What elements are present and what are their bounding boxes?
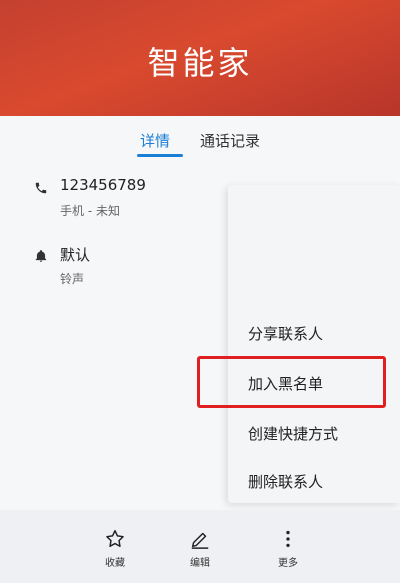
menu-item-delete-contact[interactable]: 删除联系人 xyxy=(248,471,323,492)
tab-call-log[interactable]: 通话记录 xyxy=(200,130,260,151)
pencil-icon xyxy=(170,528,230,550)
more-vertical-icon xyxy=(258,528,318,550)
phone-icon xyxy=(34,180,50,196)
active-tab-indicator xyxy=(137,154,183,157)
edit-label: 编辑 xyxy=(190,558,210,569)
tab-details[interactable]: 详情 xyxy=(140,130,170,151)
phone-number: 123456789 xyxy=(60,176,146,194)
ringtone-value: 默认 xyxy=(60,246,91,264)
menu-item-create-shortcut[interactable]: 创建快捷方式 xyxy=(248,423,338,444)
edit-button[interactable]: 编辑 xyxy=(170,528,230,569)
ringtone-label: 铃声 xyxy=(60,272,85,286)
star-icon xyxy=(85,528,145,550)
favorite-label: 收藏 xyxy=(105,558,125,569)
highlight-annotation xyxy=(197,356,386,408)
contact-name: 智能家 xyxy=(147,44,253,82)
bell-icon xyxy=(34,248,50,264)
more-button[interactable]: 更多 xyxy=(258,528,318,569)
more-label: 更多 xyxy=(278,558,298,569)
overflow-menu: 分享联系人 加入黑名单 创建快捷方式 删除联系人 xyxy=(228,185,400,503)
menu-item-share-contact[interactable]: 分享联系人 xyxy=(248,323,323,344)
favorite-button[interactable]: 收藏 xyxy=(85,528,145,569)
bottom-action-bar: 收藏 编辑 更多 xyxy=(0,510,400,583)
contact-details-screen: 智能家 详情 通话记录 123456789 手机 - 未知 默认 铃声 分享联系… xyxy=(0,0,400,583)
contact-header: 智能家 xyxy=(0,0,400,116)
tab-bar: 详情 通话记录 xyxy=(0,116,400,160)
phone-type: 手机 - 未知 xyxy=(60,204,120,218)
